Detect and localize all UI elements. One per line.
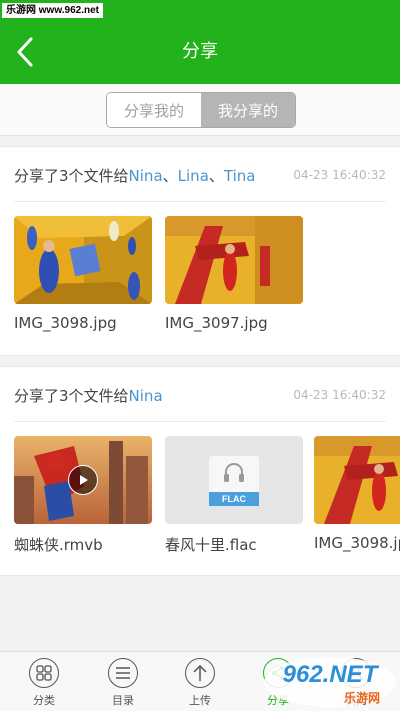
file-name: IMG_3098.jpg [14,314,117,332]
page-title: 分享 [182,41,218,62]
file-name: 蜘蛛侠.rmvb [14,536,103,554]
file-name: IMG_3097.jpg [165,314,268,332]
file-item[interactable]: FLAC 春风十里.flac [165,436,303,555]
share-message: 分享了3个文件给Nina、Lina、Tina [14,165,255,186]
nav-item-category[interactable]: 分类 [14,658,74,708]
site-logo-watermark: 962.NET 乐游网 [262,654,398,709]
share-card-header: 分享了3个文件给Nina 04-23 16:40:32 [14,367,386,422]
tab-my-shares[interactable]: 我分享的 [201,93,295,127]
name-separator: 、 [162,167,178,185]
video-thumbnail [14,436,152,524]
nav-label: 上传 [189,694,211,707]
play-button[interactable] [68,465,98,495]
file-item[interactable]: IMG_3097.jpg [165,216,303,332]
nav-item-upload[interactable]: 上传 [170,658,230,708]
app-header: 分享 [0,20,400,84]
share-message: 分享了3个文件给Nina [14,385,163,406]
segmented-control: 分享我的 我分享的 [106,92,296,128]
audio-file-icon: FLAC [209,456,259,506]
watermark-main: 962.NET [283,661,380,688]
headphones-icon [224,463,244,482]
nav-label: 目录 [112,694,134,707]
recipient-name[interactable]: Nina [129,167,163,185]
share-prefix: 分享了3个文件给 [14,167,129,185]
watermark-sub: 乐游网 [344,690,380,705]
list-icon [108,658,138,688]
nav-label: 分类 [33,694,55,707]
file-item[interactable]: 蜘蛛侠.rmvb [14,436,152,555]
play-icon [80,475,88,485]
audio-file-thumbnail: FLAC [165,436,303,524]
tab-shared-with-me[interactable]: 分享我的 [107,93,201,127]
file-item[interactable]: IMG_3098.jpg [14,216,152,332]
file-item[interactable]: IMG_3098.jpg [314,436,400,552]
name-separator: 、 [208,167,224,185]
share-card[interactable]: 分享了3个文件给Nina 04-23 16:40:32 蜘蛛侠.rmvb FLA… [0,366,400,576]
file-name: IMG_3098.jpg [314,534,400,552]
image-thumbnail [314,436,400,524]
share-card-header: 分享了3个文件给Nina、Lina、Tina 04-23 16:40:32 [14,147,386,202]
file-name: 春风十里.flac [165,536,257,554]
image-thumbnail [14,216,152,304]
image-thumbnail [165,216,303,304]
share-timestamp: 04-23 16:40:32 [293,168,386,182]
share-prefix: 分享了3个文件给 [14,387,129,405]
share-timestamp: 04-23 16:40:32 [293,388,386,402]
status-bar: 乐游网 www.962.net [0,0,400,20]
upload-arrow-icon [185,658,215,688]
nav-item-directory[interactable]: 目录 [93,658,153,708]
recipient-name[interactable]: Tina [224,167,256,185]
recipient-name[interactable]: Nina [129,387,163,405]
site-watermark: 乐游网 www.962.net [2,3,103,18]
file-type-badge: FLAC [209,492,259,506]
grid-icon [29,658,59,688]
share-card[interactable]: 分享了3个文件给Nina、Lina、Tina 04-23 16:40:32 IM… [0,146,400,356]
recipient-name[interactable]: Lina [178,167,209,185]
segment-bar: 分享我的 我分享的 [0,84,400,136]
